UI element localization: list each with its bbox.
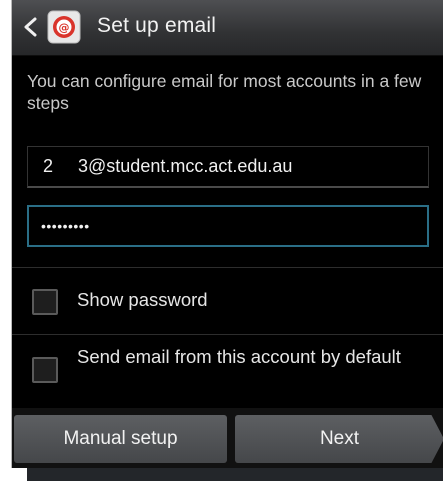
next-button[interactable]: Next [235, 415, 443, 463]
password-value: ••••••••• [41, 218, 90, 234]
default-account-row[interactable]: Send email from this account by default [12, 335, 443, 407]
email-value: 2 3@student.mcc.act.edu.au [43, 156, 293, 176]
email-field[interactable]: 2 3@student.mcc.act.edu.au [27, 146, 429, 188]
intro-text: You can configure email for most account… [27, 71, 422, 113]
manual-setup-button[interactable]: Manual setup [14, 415, 227, 463]
bottom-shadow [27, 468, 443, 481]
page-title: Set up email [97, 14, 217, 37]
show-password-checkbox[interactable] [32, 289, 58, 315]
email-app-icon[interactable]: @ [47, 10, 81, 44]
button-bar: Manual setup Next [12, 408, 443, 468]
setup-email-screen: @ Set up email You can configure email f… [11, 0, 443, 468]
password-field[interactable]: ••••••••• [27, 205, 429, 247]
default-account-checkbox[interactable] [32, 357, 58, 383]
default-account-label: Send email from this account by default [77, 346, 401, 367]
show-password-label: Show password [77, 289, 208, 310]
show-password-row[interactable]: Show password [12, 268, 443, 334]
svg-text:@: @ [59, 21, 70, 34]
action-bar: @ Set up email [12, 0, 443, 56]
chevron-left-icon[interactable] [20, 15, 42, 39]
